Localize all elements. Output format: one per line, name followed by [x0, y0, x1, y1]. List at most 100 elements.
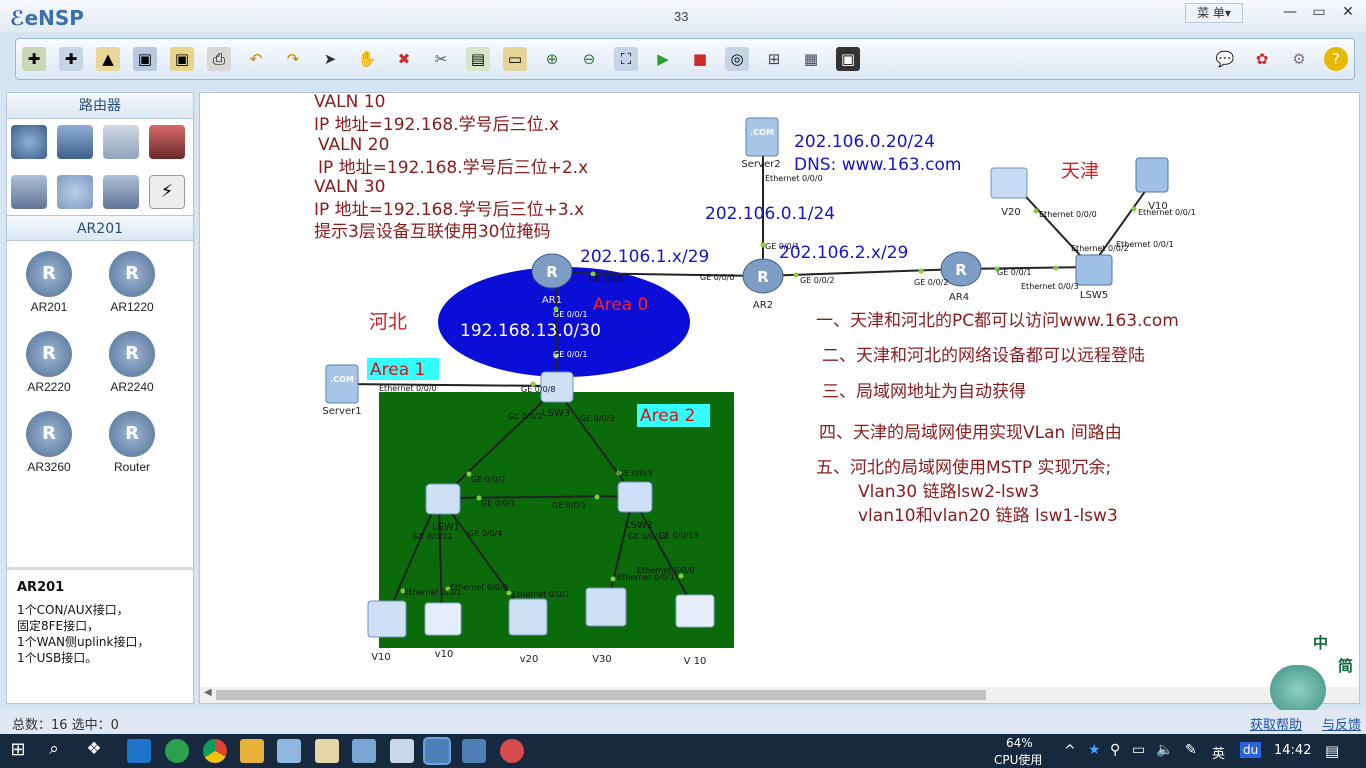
note-line[interactable]: IP 地址=192.168.学号后三位+2.x: [318, 158, 588, 178]
undo-icon[interactable]: ↶: [244, 47, 268, 71]
horizontal-scrollbar[interactable]: ◀ ▶: [200, 687, 1359, 703]
area2-label[interactable]: Area 2: [640, 406, 695, 426]
link-ar2-ar4[interactable]: [762, 268, 962, 277]
area0-label[interactable]: Area 0: [593, 295, 648, 315]
requirement-line[interactable]: 四、天津的局域网使用实现VLan 间路由: [819, 422, 1122, 443]
ar2-server-net-label[interactable]: 202.106.0.1/24: [705, 204, 835, 224]
hb-pc2-node[interactable]: v10: [424, 602, 462, 660]
print-icon[interactable]: ⎙: [207, 47, 231, 71]
requirement-line[interactable]: Vlan30 链路lsw2-lsw3: [858, 482, 1039, 502]
zoom-out-icon[interactable]: ⊖: [577, 47, 601, 71]
select-icon[interactable]: ➤: [318, 47, 342, 71]
task-view-icon[interactable]: ❖: [82, 739, 106, 763]
requirement-line[interactable]: 二、天津和河北的网络设备都可以远程登陆: [822, 346, 1145, 366]
ar2-node[interactable]: R AR2: [742, 258, 784, 311]
close-button[interactable]: ✕: [1334, 2, 1362, 22]
ensp-taskbar-icon[interactable]: [423, 737, 451, 765]
requirement-line[interactable]: 五、河北的局域网使用MSTP 实现冗余;: [816, 457, 1111, 478]
note-line[interactable]: VALN 30: [314, 177, 385, 197]
link-v10-lsw5[interactable]: [1090, 182, 1152, 268]
server2-dns-label[interactable]: DNS: www.163.com: [794, 155, 961, 175]
wireless-category-icon[interactable]: [103, 125, 139, 159]
settings-icon[interactable]: ⚙: [1287, 47, 1311, 71]
horizontal-scroll-thumb[interactable]: [216, 690, 986, 700]
tray-app-icon[interactable]: ★: [1088, 742, 1101, 758]
server1-node[interactable]: .COM Server1: [322, 364, 362, 417]
hb-pc4-node[interactable]: V30: [585, 587, 627, 665]
device-ar3260[interactable]: R AR3260: [14, 411, 84, 474]
paint-icon[interactable]: [315, 739, 339, 763]
device-ar1220[interactable]: R AR1220: [97, 251, 167, 314]
open-icon[interactable]: ▲: [96, 47, 120, 71]
device-ar201[interactable]: R AR201: [14, 251, 84, 314]
delete-icon[interactable]: ✖: [392, 47, 416, 71]
device-ar2220[interactable]: R AR2220: [14, 331, 84, 394]
input-language[interactable]: 英: [1212, 743, 1225, 762]
region-hebei-label[interactable]: 河北: [369, 311, 407, 333]
note-line[interactable]: 提示3层设备互联使用30位掩码: [314, 221, 550, 242]
text-note-icon[interactable]: ▤: [466, 47, 490, 71]
new-topology-icon[interactable]: ✚: [22, 47, 46, 71]
firewall-category-icon[interactable]: [149, 125, 185, 159]
note-line[interactable]: VALN 20: [318, 135, 389, 155]
area0-network-label[interactable]: 192.168.13.0/30: [460, 321, 601, 341]
note-line[interactable]: IP 地址=192.168.学号后三位+3.x: [314, 200, 584, 220]
hb-pc1-node[interactable]: V10: [367, 600, 407, 663]
note-line[interactable]: VALN 10: [314, 93, 385, 112]
ensp-second-taskbar-icon[interactable]: [462, 739, 486, 763]
feedback-link[interactable]: 与反馈: [1322, 714, 1361, 733]
pen-icon[interactable]: ✎: [1185, 742, 1197, 758]
ime-mascot-icon[interactable]: [1270, 665, 1326, 715]
requirement-line[interactable]: vlan10和vlan20 链路 lsw1-lsw3: [858, 506, 1118, 526]
console-icon[interactable]: ▣: [836, 47, 860, 71]
other-device-category-icon[interactable]: [103, 175, 139, 209]
topology-view-icon[interactable]: ⊞: [762, 47, 786, 71]
ime-chinese-indicator[interactable]: 中: [1313, 632, 1328, 653]
network-icon[interactable]: ⚲: [1110, 742, 1120, 758]
cloud-category-icon[interactable]: [57, 175, 93, 209]
edge-browser-icon[interactable]: [127, 739, 151, 763]
fit-view-icon[interactable]: ⛶: [614, 47, 638, 71]
baidu-ime-icon[interactable]: du: [1240, 742, 1262, 758]
link-category-icon[interactable]: ⚡: [149, 175, 185, 209]
router-category-icon[interactable]: [11, 125, 47, 159]
start-device-icon[interactable]: ▶: [651, 47, 675, 71]
app-icon[interactable]: [352, 739, 376, 763]
save-as-icon[interactable]: ▣: [170, 47, 194, 71]
server2-ip-label[interactable]: 202.106.0.20/24: [794, 132, 935, 152]
hb-pc3-node[interactable]: v20: [508, 598, 548, 665]
requirement-line[interactable]: 一、天津和河北的PC都可以访问www.163.com: [816, 311, 1179, 331]
device-ar2240[interactable]: R AR2240: [97, 331, 167, 394]
save-icon[interactable]: ▣: [133, 47, 157, 71]
ar1-ar2-net-label[interactable]: 202.106.1.x/29: [580, 247, 709, 267]
notepad-icon[interactable]: [277, 739, 301, 763]
lsw5-node[interactable]: LSW5: [1075, 254, 1113, 301]
requirement-line[interactable]: 三、局域网地址为自动获得: [822, 382, 1026, 402]
delete-link-icon[interactable]: ✂: [429, 47, 453, 71]
help-icon[interactable]: ?: [1324, 47, 1348, 71]
chrome-icon[interactable]: [203, 739, 227, 763]
scroll-left-arrow-icon[interactable]: ◀: [204, 687, 212, 698]
ime-simplified-indicator[interactable]: 简: [1338, 655, 1353, 676]
rectangle-icon[interactable]: ▭: [503, 47, 527, 71]
360-browser-icon[interactable]: [165, 739, 189, 763]
area1-label[interactable]: Area 1: [370, 360, 425, 380]
device-router[interactable]: R Router: [97, 411, 167, 474]
notification-icon[interactable]: ▤: [1325, 742, 1339, 760]
stop-device-icon[interactable]: ■: [688, 47, 712, 71]
redo-icon[interactable]: ↷: [281, 47, 305, 71]
pc-category-icon[interactable]: [11, 175, 47, 209]
tj-v10-node[interactable]: V10: [1135, 157, 1169, 212]
zoom-in-icon[interactable]: ⊕: [540, 47, 564, 71]
clock-time[interactable]: 14:42: [1274, 743, 1311, 758]
tj-v20-node[interactable]: V20: [990, 167, 1028, 218]
note-line[interactable]: IP 地址=192.168.学号后三位.x: [314, 115, 559, 135]
wireshark-icon[interactable]: [500, 739, 524, 763]
tray-expand-icon[interactable]: ^: [1064, 743, 1076, 759]
chat-icon[interactable]: 💬: [1213, 47, 1237, 71]
lsw3-node[interactable]: LSW3: [540, 371, 574, 419]
maximize-button[interactable]: ▭: [1305, 2, 1333, 22]
main-menu-button[interactable]: 菜 单▾: [1185, 3, 1243, 23]
minimize-button[interactable]: —: [1276, 2, 1304, 22]
lsw1-node[interactable]: LSW1: [425, 483, 461, 533]
